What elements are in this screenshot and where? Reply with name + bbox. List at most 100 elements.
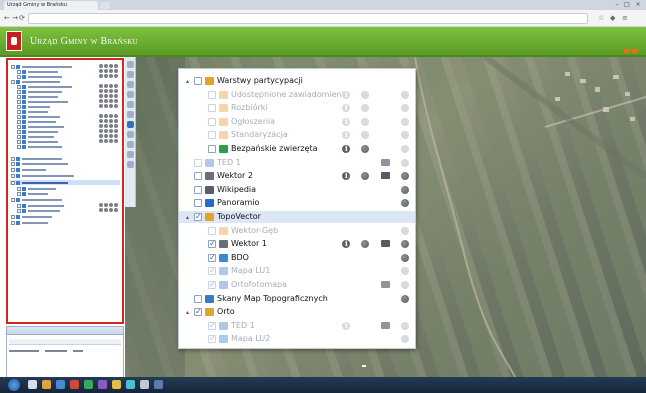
layer-row[interactable]: Skany Map Topograficznych — [179, 293, 415, 305]
legend-globe-icon[interactable] — [104, 84, 108, 88]
info-icon[interactable] — [342, 321, 350, 330]
layer-checkbox[interactable] — [194, 199, 202, 208]
taskbar-app-icon-7[interactable] — [112, 380, 121, 389]
pan-tool-icon[interactable] — [127, 61, 134, 68]
legend-globe-icon[interactable] — [104, 64, 108, 68]
legend-row[interactable] — [17, 208, 60, 213]
new-tab-button[interactable] — [100, 2, 110, 9]
legend-checkbox[interactable] — [11, 197, 15, 202]
info-icon[interactable] — [342, 90, 350, 99]
legend-globe-icon[interactable] — [104, 104, 108, 108]
layer-checkbox[interactable] — [208, 280, 216, 289]
legend-info-icon[interactable] — [99, 84, 103, 88]
url-field[interactable] — [28, 13, 588, 24]
star-icon[interactable]: ☆ — [598, 14, 604, 22]
taskbar-app-icon-2[interactable] — [42, 380, 51, 389]
legend-opacity-icon[interactable] — [114, 69, 118, 73]
layer-row[interactable]: Wektor-Gęb — [179, 225, 415, 237]
layer-row[interactable]: ▴ Warstwy partycypacji — [179, 75, 415, 87]
legend-print-icon[interactable] — [109, 99, 113, 103]
layer-checkbox[interactable] — [208, 145, 216, 153]
legend-print-icon[interactable] — [109, 94, 113, 98]
info-icon[interactable] — [342, 117, 350, 126]
legend-print-icon[interactable] — [109, 69, 113, 73]
legend-opacity-icon[interactable] — [114, 203, 118, 207]
legend-globe-icon[interactable] — [104, 74, 108, 78]
layers-tool-icon[interactable] — [127, 121, 134, 128]
layer-checkbox[interactable] — [208, 239, 216, 249]
measure-icon[interactable] — [127, 91, 134, 98]
legend-info-icon[interactable] — [99, 119, 103, 123]
layer-checkbox[interactable] — [194, 185, 202, 194]
layer-checkbox[interactable] — [208, 104, 216, 113]
print-icon[interactable] — [381, 321, 390, 329]
menu-icon[interactable]: ≡ — [622, 14, 628, 22]
opacity-icon[interactable] — [401, 117, 409, 126]
legend-checkbox[interactable] — [17, 69, 21, 74]
legend-checkbox[interactable] — [17, 99, 21, 104]
layer-row[interactable]: Panoramio — [179, 197, 415, 209]
layer-checkbox[interactable] — [194, 77, 202, 85]
legend-row[interactable] — [11, 167, 46, 172]
legend-globe-icon[interactable] — [104, 94, 108, 98]
globe-icon[interactable] — [361, 131, 369, 140]
legend-globe-icon[interactable] — [104, 139, 108, 143]
legend-checkbox[interactable] — [17, 84, 21, 89]
legend-checkbox[interactable] — [11, 167, 15, 172]
taskbar-app-icon-9[interactable] — [140, 380, 149, 389]
layer-checkbox[interactable] — [194, 172, 202, 181]
layer-checkbox[interactable] — [208, 117, 216, 126]
legend-info-icon[interactable] — [99, 208, 103, 212]
legend-info-icon[interactable] — [99, 114, 103, 118]
legend-print-icon[interactable] — [109, 124, 113, 128]
legend-globe-icon[interactable] — [104, 134, 108, 138]
legend-opacity-icon[interactable] — [114, 129, 118, 133]
legend-opacity-icon[interactable] — [114, 114, 118, 118]
legend-checkbox[interactable] — [17, 139, 21, 144]
layer-checkbox[interactable] — [208, 226, 216, 235]
legend-row[interactable] — [17, 191, 48, 196]
legend-checkbox[interactable] — [11, 64, 15, 69]
layer-row[interactable]: TED 1 — [179, 320, 415, 332]
legend-print-icon[interactable] — [109, 84, 113, 88]
opacity-icon[interactable] — [401, 321, 409, 330]
legend-info-icon[interactable] — [99, 74, 103, 78]
legend-print-icon[interactable] — [109, 119, 113, 123]
taskbar-app-icon-8[interactable] — [126, 380, 135, 389]
zoom-out-icon[interactable] — [127, 81, 134, 88]
legend-checkbox[interactable] — [11, 156, 15, 161]
globe-icon[interactable] — [401, 253, 409, 262]
opacity-icon[interactable] — [401, 158, 409, 167]
legend-info-icon[interactable] — [99, 104, 103, 108]
layer-row[interactable]: Wektor 1 — [179, 238, 415, 250]
layer-row[interactable]: Wektor 2 — [179, 170, 415, 182]
opacity-icon[interactable] — [401, 131, 409, 140]
opacity-icon[interactable] — [401, 267, 409, 276]
legend-opacity-icon[interactable] — [114, 208, 118, 212]
info-panel-data-row[interactable] — [9, 347, 121, 353]
header-control-2[interactable] — [632, 49, 638, 53]
browser-tab[interactable]: Urząd Gminy w Brańsku — [4, 1, 98, 10]
info-icon[interactable] — [342, 144, 350, 153]
globe-icon[interactable] — [401, 172, 409, 181]
expand-toggle-icon[interactable]: ▴ — [186, 214, 189, 221]
layer-row[interactable]: Mapa LU1 — [179, 265, 415, 277]
opacity-icon[interactable] — [401, 226, 409, 235]
legend-checkbox[interactable] — [17, 104, 21, 109]
layer-checkbox[interactable] — [194, 212, 202, 221]
legend-checkbox[interactable] — [17, 119, 21, 124]
globe-icon[interactable] — [361, 172, 369, 181]
globe-icon[interactable] — [361, 117, 369, 126]
legend-opacity-icon[interactable] — [114, 74, 118, 78]
layer-checkbox[interactable] — [208, 334, 216, 344]
layer-row[interactable]: ▴ Orto — [179, 306, 415, 318]
legend-checkbox[interactable] — [17, 89, 21, 94]
legend-print-icon[interactable] — [109, 74, 113, 78]
globe-icon[interactable] — [401, 185, 409, 194]
legend-checkbox[interactable] — [11, 161, 15, 166]
layer-row[interactable]: ▴ TopoVector — [179, 211, 415, 223]
legend-checkbox[interactable] — [17, 114, 21, 119]
legend-globe-icon[interactable] — [104, 99, 108, 103]
print-icon[interactable] — [381, 158, 390, 166]
legend-row[interactable] — [11, 220, 48, 225]
